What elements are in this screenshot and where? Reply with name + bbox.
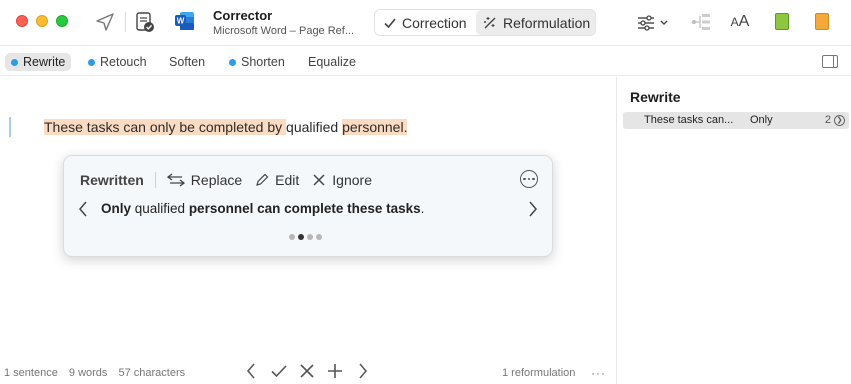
- ignore-button[interactable]: Ignore: [312, 172, 372, 188]
- suggestion-count: 2: [824, 114, 831, 126]
- popup-divider: [154, 172, 156, 188]
- sliders-icon[interactable]: [636, 13, 670, 33]
- document-check-icon[interactable]: [134, 10, 156, 34]
- more-options-icon[interactable]: [520, 170, 538, 188]
- text-statistics: 1 sentence 9 words 57 characters: [4, 367, 193, 379]
- reject-button[interactable]: [299, 363, 315, 379]
- close-window-button[interactable]: [16, 15, 28, 27]
- orange-book-icon[interactable]: [815, 13, 829, 30]
- editor-area: These tasks can only be completed by qua…: [0, 77, 615, 384]
- rewrite-sidebar: Rewrite These tasks can... Only 2 ❯: [616, 77, 851, 384]
- page-dot[interactable]: [289, 234, 295, 240]
- tab-equalize[interactable]: Equalize: [302, 53, 362, 71]
- checkmark-icon: [271, 365, 287, 378]
- suggestion-segment: .: [420, 201, 425, 216]
- previous-suggestion-button[interactable]: [78, 201, 88, 222]
- accept-button[interactable]: [271, 363, 287, 379]
- green-book-icon[interactable]: [775, 13, 789, 30]
- tab-rewrite[interactable]: Rewrite: [5, 53, 72, 71]
- tab-label: Equalize: [308, 55, 356, 69]
- ignore-label: Ignore: [332, 172, 372, 188]
- correction-mode-label: Correction: [402, 14, 467, 31]
- tab-label: Rewrite: [23, 55, 66, 69]
- text-size-icon[interactable]: AA: [727, 12, 753, 32]
- sentence-excerpt: These tasks can...: [644, 114, 734, 126]
- previous-button[interactable]: [243, 363, 259, 379]
- reformulation-icon: [484, 16, 496, 28]
- app-title: Corrector: [213, 8, 273, 23]
- chevron-left-icon: [79, 201, 87, 217]
- pencil-icon: [256, 173, 269, 186]
- title-bar: W Corrector Microsoft Word – Page Ref...…: [0, 0, 851, 46]
- tab-indicator-dot: [11, 58, 18, 66]
- correction-mode-button[interactable]: Correction: [383, 10, 467, 35]
- sentence-count: 1 sentence: [4, 367, 58, 379]
- highlighted-segment[interactable]: personnel.: [342, 119, 408, 135]
- minimize-window-button[interactable]: [36, 15, 48, 27]
- add-button[interactable]: [327, 363, 343, 379]
- edit-label: Edit: [275, 172, 300, 188]
- tab-label: Soften: [169, 55, 206, 69]
- character-count: 57 characters: [118, 367, 186, 379]
- rewrite-word: Only: [750, 114, 773, 126]
- toolbar-divider: [125, 12, 126, 32]
- suggestion-text: Only qualified personnel can complete th…: [101, 201, 424, 216]
- close-icon: [300, 364, 314, 378]
- tab-soften[interactable]: Soften: [163, 53, 211, 71]
- reformulation-tabs-bar: Rewrite Retouch Soften Shorten Equalize: [0, 47, 851, 76]
- zoom-window-button[interactable]: [56, 15, 68, 27]
- highlighted-segment[interactable]: These tasks can only be completed by: [44, 119, 287, 135]
- popup-title: Rewritten: [80, 172, 144, 188]
- document-subtitle: Microsoft Word – Page Ref...: [213, 25, 355, 37]
- word-count: 9 words: [68, 367, 108, 379]
- svg-text:W: W: [177, 17, 185, 26]
- plus-icon: [328, 364, 342, 378]
- replace-icon: [166, 173, 185, 187]
- suggestion-segment: Only: [101, 201, 132, 216]
- sidebar-list-item[interactable]: These tasks can... Only 2 ❯: [623, 112, 849, 129]
- next-button[interactable]: [355, 363, 371, 379]
- text-segment: qualified: [286, 119, 339, 135]
- replace-label: Replace: [190, 172, 243, 188]
- tree-icon[interactable]: [690, 12, 712, 32]
- word-icon[interactable]: W: [174, 10, 196, 32]
- send-icon[interactable]: [94, 11, 116, 33]
- status-more-button[interactable]: ···: [591, 366, 606, 380]
- checkmark-icon: [384, 17, 396, 28]
- sentence-marker: [9, 117, 11, 137]
- reformulation-mode-label: Reformulation: [503, 14, 591, 31]
- chevron-right-icon: [529, 201, 537, 217]
- close-icon: [313, 174, 325, 186]
- chevron-right-circle-icon[interactable]: ❯: [834, 115, 845, 126]
- page-dot[interactable]: [316, 234, 322, 240]
- bottom-controls: [243, 363, 371, 379]
- reformulation-count: 1 reformulation: [502, 367, 576, 379]
- next-suggestion-button[interactable]: [528, 201, 538, 222]
- popup-header: Rewritten Replace Edit Ignore: [80, 170, 385, 190]
- sidebar-title: Rewrite: [630, 89, 681, 105]
- tab-retouch[interactable]: Retouch: [82, 53, 153, 71]
- sentence-text[interactable]: These tasks can only be completed by qua…: [44, 119, 408, 135]
- tab-indicator-dot: [88, 58, 95, 66]
- chevron-right-icon: [359, 363, 367, 379]
- mode-switch: Correction Reformulation: [374, 9, 596, 36]
- suggestion-segment: qualified: [131, 201, 189, 216]
- tab-indicator-dot: [229, 58, 236, 66]
- sidebar-toggle-icon[interactable]: [822, 55, 838, 68]
- chevron-left-icon: [247, 363, 255, 379]
- suggestion-page-dots: [289, 234, 322, 240]
- reformulation-mode-button[interactable]: Reformulation: [476, 10, 595, 35]
- page-dot[interactable]: [307, 234, 313, 240]
- tab-label: Retouch: [100, 55, 147, 69]
- replace-button[interactable]: Replace: [166, 172, 243, 188]
- tab-label: Shorten: [241, 55, 285, 69]
- page-dot-active[interactable]: [298, 234, 304, 240]
- suggestion-segment: personnel can complete these tasks: [188, 201, 421, 216]
- reformulation-popup: Rewritten Replace Edit Ignore Only quali…: [63, 155, 553, 257]
- tab-shorten[interactable]: Shorten: [223, 53, 291, 71]
- edit-button[interactable]: Edit: [255, 172, 299, 188]
